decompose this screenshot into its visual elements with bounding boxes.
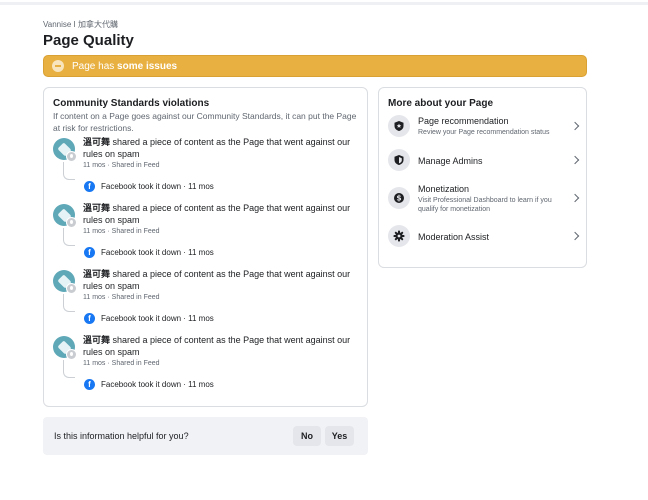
violation-meta: 11 mos · Shared in Feed [83, 162, 160, 169]
user-badge-icon [66, 151, 77, 162]
more-item-manage-admins[interactable]: Manage Admins [388, 149, 580, 179]
violations-title: Community Standards violations [53, 98, 210, 109]
more-item-label: Moderation Assist [418, 232, 490, 242]
avatar[interactable] [53, 336, 77, 360]
svg-text:$: $ [396, 194, 401, 203]
chevron-right-icon [570, 155, 580, 165]
thread-connector [63, 228, 75, 246]
violation-text: 溫可舞 shared a piece of content as the Pag… [83, 203, 351, 225]
facebook-icon: f [84, 247, 95, 258]
facebook-icon: f [84, 313, 95, 324]
dollar-icon: $ [388, 187, 410, 209]
takedown-text: Facebook took it down · 11 mos [101, 248, 214, 257]
status-banner: Page has some issues [43, 55, 587, 77]
no-button[interactable]: No [293, 426, 321, 446]
more-about-page-card: More about your Page Page recommendation… [378, 87, 587, 268]
violation-meta: 11 mos · Shared in Feed [83, 360, 160, 367]
more-item-moderation-assist[interactable]: Moderation Assist [388, 225, 580, 255]
violation-item: 溫可舞 shared a piece of content as the Pag… [53, 335, 363, 398]
violation-meta: 11 mos · Shared in Feed [83, 228, 160, 235]
user-name[interactable]: 溫可舞 [83, 137, 110, 147]
user-badge-icon [66, 283, 77, 294]
chevron-right-icon [570, 231, 580, 241]
more-item-sub: Review your Page recommendation status [418, 129, 550, 136]
minus-circle-icon [52, 60, 64, 72]
yes-button[interactable]: Yes [325, 426, 354, 446]
thread-connector [63, 294, 75, 312]
more-item-monetization[interactable]: $ Monetization Visit Professional Dashbo… [388, 184, 580, 214]
violations-card: Community Standards violations If conten… [43, 87, 368, 407]
violation-meta: 11 mos · Shared in Feed [83, 294, 160, 301]
shield-icon [388, 149, 410, 171]
violation-item: 溫可舞 shared a piece of content as the Pag… [53, 137, 363, 200]
violation-text: 溫可舞 shared a piece of content as the Pag… [83, 269, 351, 291]
violation-text: 溫可舞 shared a piece of content as the Pag… [83, 335, 351, 357]
breadcrumb[interactable]: Vannise I 加拿大代購 [43, 19, 118, 30]
takedown-text: Facebook took it down · 11 mos [101, 182, 214, 191]
more-title: More about your Page [388, 98, 494, 109]
facebook-icon: f [84, 379, 95, 390]
user-badge-icon [66, 349, 77, 360]
more-item-sub: Visit Professional Dashboard to learn if… [418, 197, 552, 213]
takedown-text: Facebook took it down · 11 mos [101, 314, 214, 323]
page-title: Page Quality [43, 32, 134, 49]
facebook-icon: f [84, 181, 95, 192]
gear-icon [388, 225, 410, 247]
avatar[interactable] [53, 138, 77, 162]
avatar[interactable] [53, 204, 77, 228]
more-item-label: Monetization [418, 184, 470, 194]
user-name[interactable]: 溫可舞 [83, 203, 110, 213]
thread-connector [63, 162, 75, 180]
helpful-question: Is this information helpful for you? [54, 431, 189, 441]
user-name[interactable]: 溫可舞 [83, 335, 110, 345]
chevron-right-icon [570, 193, 580, 203]
chevron-right-icon [570, 121, 580, 131]
more-item-label: Manage Admins [418, 156, 483, 166]
helpful-feedback-bar: Is this information helpful for you? No … [43, 417, 368, 455]
thread-connector [63, 360, 75, 378]
more-item-page-recommendation[interactable]: Page recommendation Review your Page rec… [388, 115, 580, 145]
violation-item: 溫可舞 shared a piece of content as the Pag… [53, 269, 363, 332]
violation-item: 溫可舞 shared a piece of content as the Pag… [53, 203, 363, 266]
user-name[interactable]: 溫可舞 [83, 269, 110, 279]
takedown-text: Facebook took it down · 11 mos [101, 380, 214, 389]
user-badge-icon [66, 217, 77, 228]
avatar[interactable] [53, 270, 77, 294]
violations-description: If content on a Page goes against our Co… [53, 111, 357, 133]
top-divider [0, 2, 648, 5]
shield-star-icon [388, 115, 410, 137]
more-item-label: Page recommendation [418, 116, 509, 126]
banner-text: Page has some issues [72, 60, 178, 72]
violation-text: 溫可舞 shared a piece of content as the Pag… [83, 137, 351, 159]
